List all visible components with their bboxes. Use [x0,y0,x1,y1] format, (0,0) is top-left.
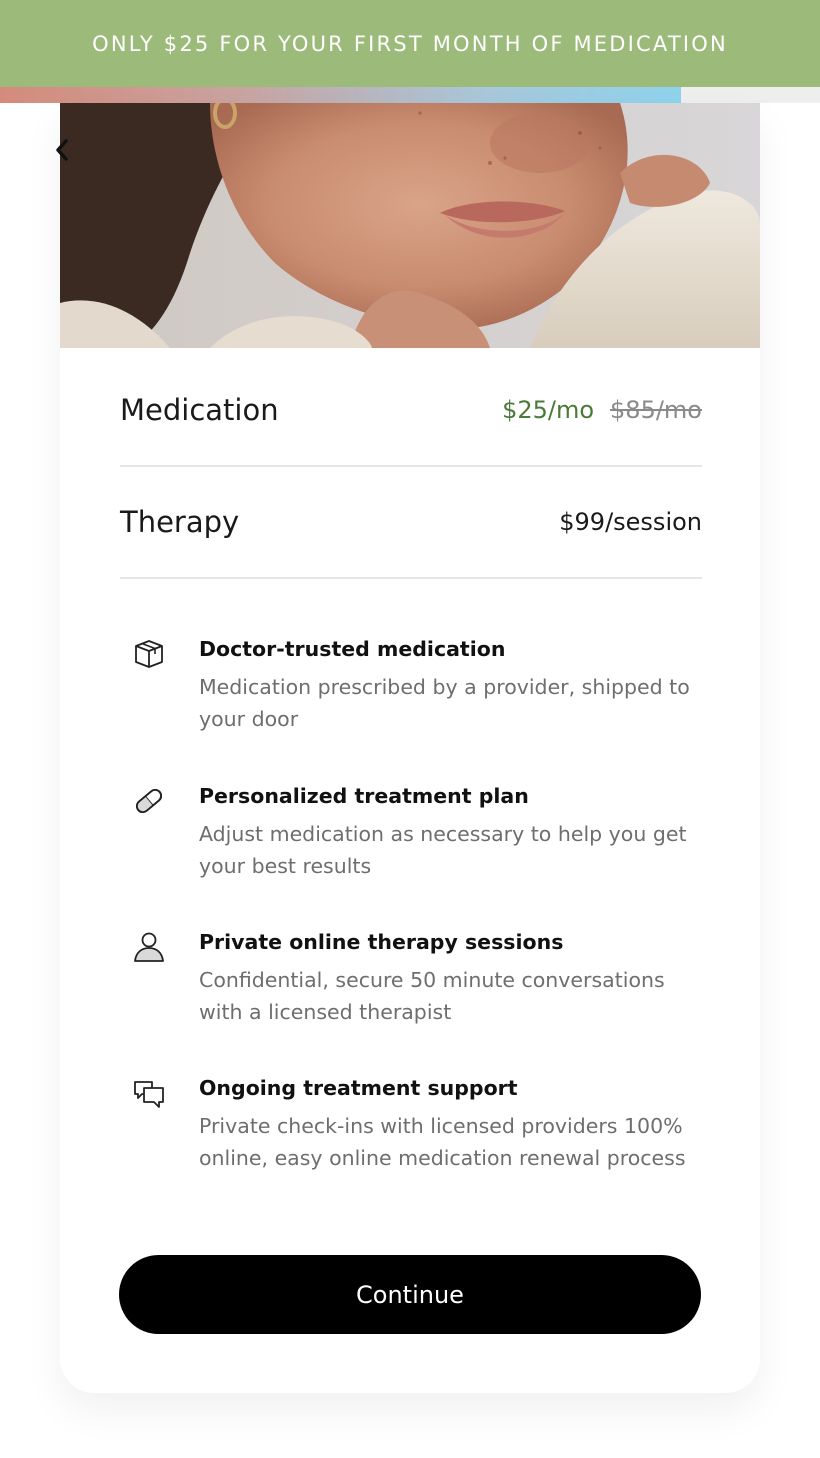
progress-bar-fill [0,87,681,103]
sale-price: $25/mo [502,396,595,424]
hero-image [60,103,760,348]
plan-row-medication: Medication $25/mo $85/mo [120,355,702,467]
promo-banner: ONLY $25 FOR YOUR FIRST MONTH OF MEDICAT… [0,0,820,87]
chat-bubbles-icon [134,1081,164,1108]
back-button[interactable] [44,132,80,168]
feature-title: Doctor-trusted medication [199,637,506,661]
feature-description: Confidential, secure 50 minute conversat… [199,968,665,1024]
feature-title: Private online therapy sessions [199,930,564,954]
pill-icon [135,788,163,814]
feature-description: Private check-ins with licensed provider… [199,1114,686,1170]
woman-portrait-photo [60,103,760,348]
feature-title: Ongoing treatment support [199,1076,518,1100]
plan-card: Medication $25/mo $85/mo Therapy $99/ses… [60,103,760,1393]
chevron-left-icon [56,139,68,161]
plan-summary-page: ONLY $25 FOR YOUR FIRST MONTH OF MEDICAT… [0,0,820,1458]
continue-button[interactable]: Continue [119,1255,701,1334]
feature-description: Medication prescribed by a provider, shi… [199,675,690,731]
plan-row-therapy: Therapy $99/session [120,467,702,579]
feature-description: Adjust medication as necessary to help y… [199,822,687,878]
feature-title: Personalized treatment plan [199,784,529,808]
plan-label: Therapy [120,505,240,539]
person-icon [134,932,164,962]
plan-prices: $25/mo $85/mo [502,396,702,424]
box-icon [135,640,163,668]
session-price: $99/session [559,508,702,536]
original-price: $85/mo [610,396,702,424]
progress-bar [0,87,820,103]
promo-banner-text: ONLY $25 FOR YOUR FIRST MONTH OF MEDICAT… [92,31,728,56]
plan-label: Medication [120,393,279,427]
